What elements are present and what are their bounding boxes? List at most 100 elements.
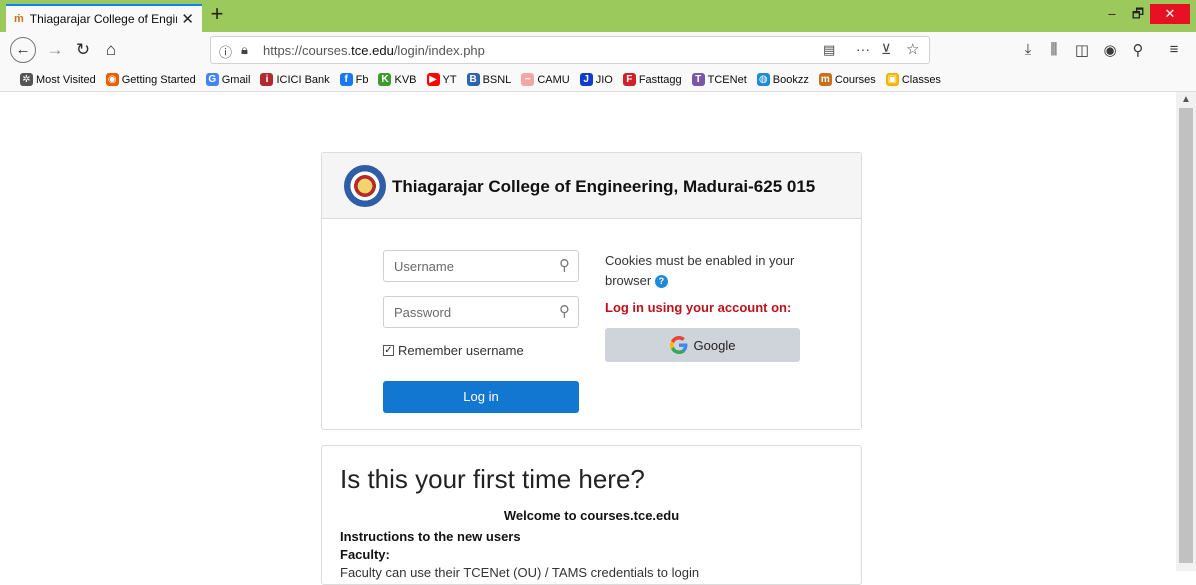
- password-input[interactable]: [394, 303, 544, 321]
- facebook-icon: f: [339, 73, 353, 86]
- url-text[interactable]: https://courses.tce.edu/login/index.php: [263, 43, 485, 58]
- downloads-icon[interactable]: ⤓: [1018, 41, 1038, 58]
- library-icon[interactable]: ⫼: [1044, 41, 1064, 58]
- scroll-up-icon[interactable]: ▲: [1176, 94, 1196, 105]
- key-icon: ⚲: [559, 303, 570, 320]
- close-tab-icon[interactable]: ✕: [181, 10, 194, 28]
- bookmark-star-icon[interactable]: ☆: [906, 40, 919, 58]
- info-icon[interactable]: ⓘ: [219, 42, 232, 61]
- key-icon[interactable]: ⚲: [1128, 41, 1148, 59]
- cookies-notice: Cookies must be enabled in your browser …: [605, 253, 795, 289]
- bookmark-most-visited[interactable]: ✲ Most Visited: [20, 73, 96, 86]
- college-logo: [344, 165, 386, 207]
- fasttag-icon: F: [622, 73, 636, 86]
- back-button[interactable]: ←: [10, 37, 36, 63]
- google-login-button[interactable]: Google: [605, 328, 800, 362]
- kvb-icon: K: [378, 73, 392, 86]
- sidebar-icon[interactable]: ◫: [1072, 41, 1092, 59]
- bookmark-fb[interactable]: f Fb: [339, 73, 369, 86]
- key-icon: ⚲: [559, 257, 570, 274]
- forward-button[interactable]: →: [42, 37, 68, 63]
- login-button[interactable]: Log in: [383, 381, 579, 413]
- google-icon: G: [205, 73, 219, 86]
- google-button-label: Google: [693, 337, 736, 353]
- bookmark-label: Courses: [834, 73, 876, 86]
- url-bar[interactable]: ⓘ 🔒︎ https://courses.tce.edu/login/index…: [210, 36, 930, 64]
- new-tab-button[interactable]: +: [206, 3, 228, 27]
- login-card-header: Thiagarajar College of Engineering, Madu…: [322, 153, 861, 219]
- bookmark-label: Classes: [901, 73, 941, 86]
- tcenet-icon: T: [691, 73, 705, 86]
- bookmark-bsnl[interactable]: B BSNL: [466, 73, 512, 86]
- navigation-bar: ← → ↻ ⌂ ⓘ 🔒︎ https://courses.tce.edu/log…: [0, 32, 1196, 68]
- username-input[interactable]: [394, 257, 544, 275]
- reader-view-icon[interactable]: ▤: [823, 42, 835, 58]
- remember-label: Remember username: [398, 343, 524, 358]
- close-window-button[interactable]: ✕: [1150, 4, 1190, 24]
- reload-button[interactable]: ↻: [70, 37, 96, 63]
- bookmark-jio[interactable]: J JIO: [579, 73, 613, 86]
- page-scrollbar[interactable]: ▲: [1176, 92, 1196, 571]
- bookmark-kvb[interactable]: K KVB: [378, 73, 417, 86]
- bookmark-icici-bank[interactable]: i ICICI Bank: [260, 73, 330, 86]
- bookmark-courses[interactable]: m Courses: [818, 73, 876, 86]
- bookmark-gmail[interactable]: G Gmail: [205, 73, 251, 86]
- faculty-heading: Faculty:: [340, 547, 390, 562]
- jio-icon: J: [579, 73, 593, 86]
- bookmark-label: TCENet: [707, 73, 747, 86]
- college-name: Thiagarajar College of Engineering, Madu…: [392, 177, 816, 196]
- bookmark-yt[interactable]: ▶ YT: [426, 73, 457, 86]
- bsnl-icon: B: [466, 73, 480, 86]
- account-icon[interactable]: ◉: [1100, 41, 1120, 59]
- bookmark-tcenet[interactable]: T TCENet: [691, 73, 747, 86]
- camu-icon: ~: [521, 73, 535, 86]
- tab-strip: ṁ Thiagarajar College of Enginee ✕ + – 🗗…: [0, 0, 1196, 32]
- bookmark-label: JIO: [595, 73, 613, 86]
- first-time-card: Is this your first time here? Welcome to…: [321, 445, 862, 585]
- maximize-button[interactable]: 🗗: [1128, 4, 1148, 24]
- remember-checkbox[interactable]: ✓: [383, 345, 394, 356]
- bookmark-label: ICICI Bank: [276, 73, 330, 86]
- home-button[interactable]: ⌂: [98, 37, 124, 63]
- bookmark-label: Gmail: [221, 73, 251, 86]
- youtube-icon: ▶: [426, 73, 440, 86]
- icici-icon: i: [260, 73, 274, 86]
- scroll-thumb[interactable]: [1179, 108, 1193, 563]
- page-actions-icon[interactable]: ···: [856, 41, 870, 57]
- pocket-icon[interactable]: ⊻: [881, 41, 891, 58]
- first-time-title: Is this your first time here?: [340, 464, 645, 494]
- bookmarks-bar: ✲ Most Visited ◉ Getting Started G Gmail i ICIC…: [0, 68, 1196, 92]
- firefox-icon: ◉: [105, 73, 119, 86]
- bookmark-getting-started[interactable]: ◉ Getting Started: [105, 73, 196, 86]
- browser-tab[interactable]: ṁ Thiagarajar College of Enginee ✕: [6, 4, 202, 32]
- minimize-button[interactable]: –: [1102, 4, 1122, 24]
- remember-username[interactable]: ✓ Remember username: [383, 343, 524, 358]
- login-card: Thiagarajar College of Engineering, Madu…: [321, 152, 862, 430]
- help-icon[interactable]: ?: [654, 275, 668, 289]
- globe-icon: ◍: [756, 73, 770, 86]
- bookmark-camu[interactable]: ~ CAMU: [521, 73, 570, 86]
- bookmark-label: BSNL: [482, 73, 512, 86]
- bookmark-classes[interactable]: ▣ Classes: [885, 73, 941, 86]
- bookmark-bookzz[interactable]: ◍ Bookzz: [756, 73, 809, 86]
- bookmark-label: Getting Started: [121, 73, 196, 86]
- bookmark-label: KVB: [394, 73, 417, 86]
- tcn-icon: ṁ: [14, 13, 24, 25]
- google-icon: [669, 336, 687, 354]
- bookmark-fasttagg[interactable]: F Fasttagg: [622, 73, 682, 86]
- welcome-text: Welcome to courses.tce.edu: [503, 508, 680, 523]
- faculty-instructions: Faculty can use their TCENet (OU) / TAMS…: [340, 565, 700, 580]
- menu-icon[interactable]: ≡: [1164, 41, 1184, 58]
- tcn-icon: m: [818, 73, 832, 86]
- username-field[interactable]: ⚲: [383, 250, 579, 282]
- lock-icon[interactable]: 🔒︎: [241, 42, 248, 58]
- password-field[interactable]: ⚲: [383, 296, 579, 328]
- bookmark-label: CAMU: [537, 73, 570, 86]
- bookmark-label: Fasttagg: [638, 73, 682, 86]
- login-using-heading: Log in using your account on:: [605, 300, 792, 315]
- gear-icon: ✲: [20, 73, 33, 86]
- instructions-heading: Instructions to the new users: [340, 529, 521, 544]
- tab-title: Thiagarajar College of Enginee: [29, 12, 178, 26]
- classroom-icon: ▣: [885, 73, 899, 86]
- bookmark-label: Fb: [355, 73, 369, 86]
